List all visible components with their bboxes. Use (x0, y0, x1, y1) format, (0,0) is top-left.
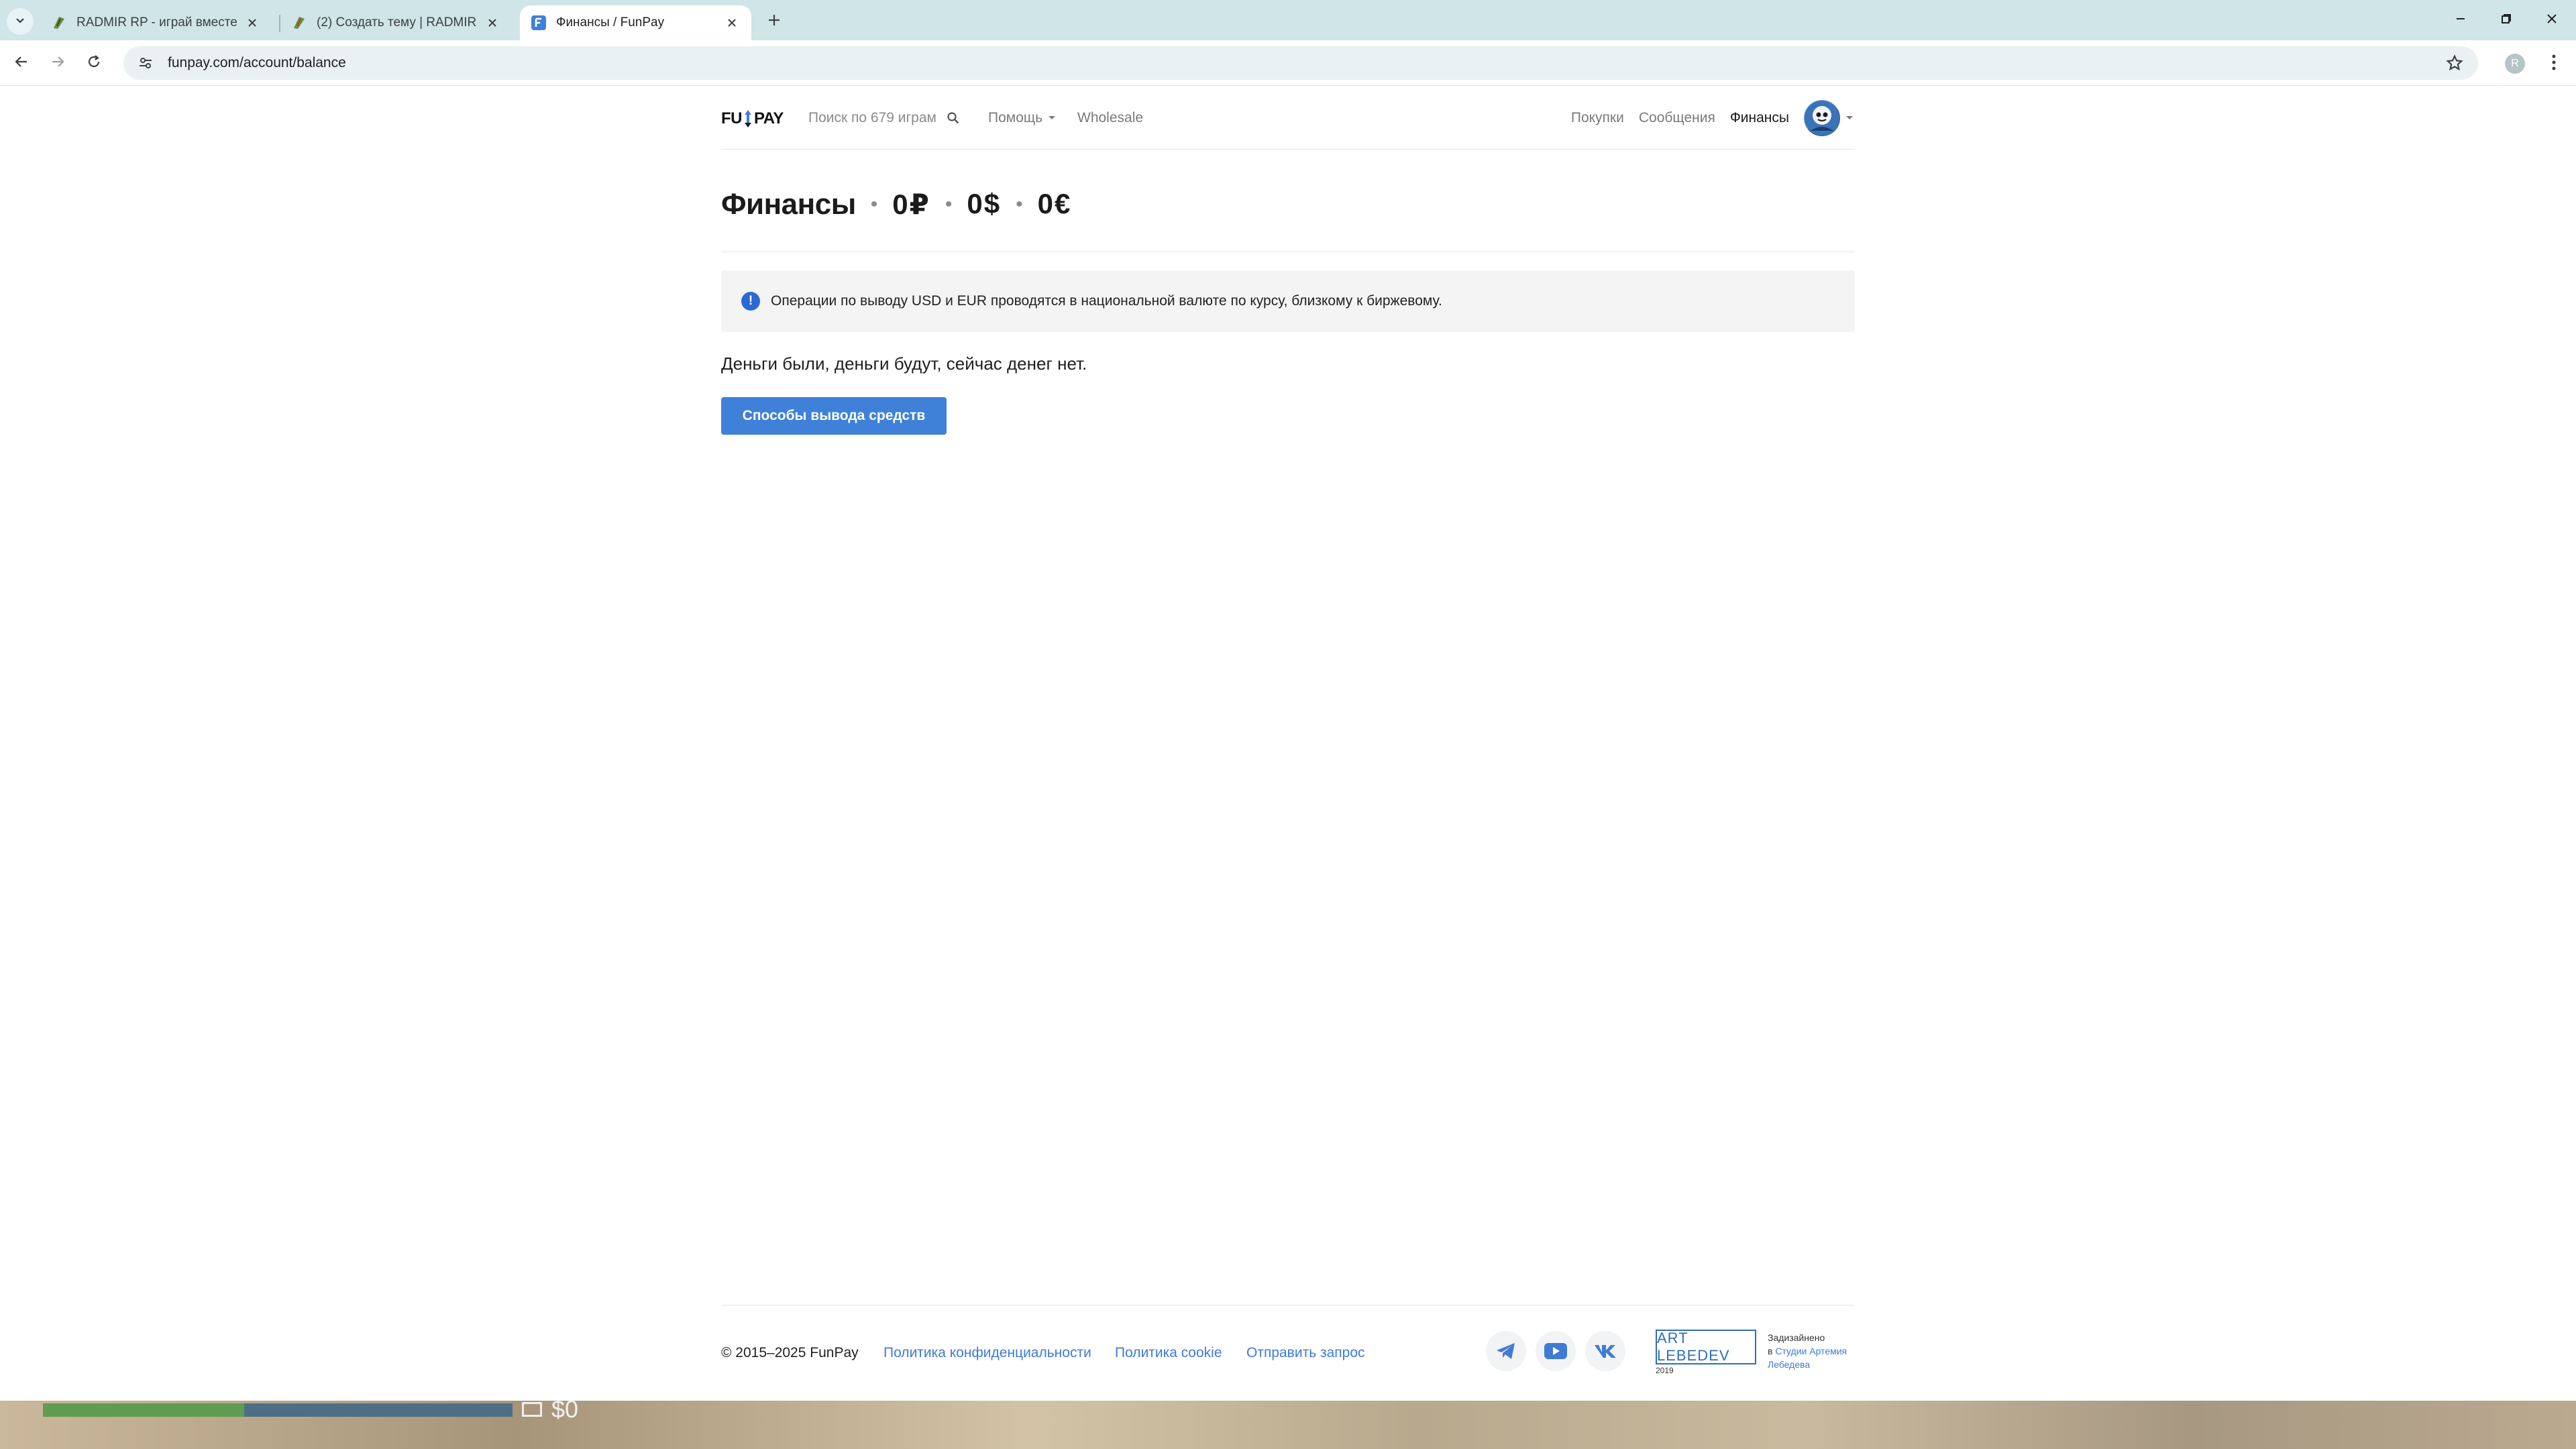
help-label: Помощь (988, 110, 1043, 125)
site-header: FU PAY Поиск по 679 играм Помощь Wholesa… (721, 86, 1855, 150)
funpay-logo-icon (743, 109, 753, 129)
notice-text: Операции по выводу USD и EUR проводятся … (771, 293, 1442, 309)
close-icon[interactable] (723, 14, 741, 32)
telegram-icon[interactable] (1486, 1331, 1526, 1371)
game-health-bar (43, 1403, 244, 1417)
card-icon (522, 1402, 542, 1417)
chevron-down-icon (14, 14, 26, 30)
vk-icon[interactable] (1585, 1331, 1625, 1371)
nav-finance[interactable]: Финансы (1730, 110, 1789, 126)
copyright: © 2015–2025 FunPay (721, 1345, 859, 1360)
back-button[interactable] (8, 50, 35, 76)
balance-eur: 0€ (1037, 188, 1072, 219)
tab-title: RADMIR RP - играй вместе со (76, 15, 239, 30)
radmir-favicon-icon (291, 15, 307, 31)
browser-tab-strip: RADMIR RP - играй вместе со (2) Создать … (0, 0, 2576, 40)
close-icon (2546, 13, 2558, 28)
info-icon: ! (741, 292, 760, 311)
new-tab-button[interactable] (761, 8, 788, 35)
tab-funpay-finance[interactable]: Финансы / FunPay (520, 5, 751, 40)
restore-icon (2500, 13, 2512, 28)
close-icon[interactable] (484, 14, 501, 32)
game-money-value: $0 (551, 1395, 579, 1423)
reload-button[interactable] (80, 50, 107, 76)
address-bar[interactable]: funpay.com/account/balance (123, 46, 2478, 80)
game-money: $0 (522, 1395, 578, 1424)
tab-title: Финансы / FunPay (556, 15, 665, 30)
game-armor-bar (244, 1403, 513, 1417)
tab-title: (2) Создать тему | RADMIR RP (317, 15, 480, 30)
bookmark-star-icon[interactable] (2445, 53, 2465, 73)
balance-separator-dot: • (870, 193, 878, 215)
youtube-icon[interactable] (1536, 1331, 1576, 1371)
tab-radmir-forum[interactable]: (2) Создать тему | RADMIR RP (280, 5, 512, 40)
kebab-menu-icon (2551, 54, 2557, 74)
nav-messages[interactable]: Сообщения (1639, 110, 1715, 126)
studio-link[interactable]: Студии Артемия Лебедева (1768, 1346, 1847, 1370)
tab-search-button[interactable] (7, 8, 34, 35)
plus-icon (767, 13, 781, 30)
arrow-right-icon (50, 54, 65, 72)
site-settings-icon[interactable] (136, 53, 156, 73)
user-nav: Покупки Сообщения Финансы (1556, 99, 1855, 137)
page-title: Финансы (721, 188, 856, 221)
privacy-policy-link[interactable]: Политика конфиденциальности (883, 1345, 1091, 1361)
browser-toolbar: funpay.com/account/balance R (0, 40, 2576, 86)
url-text: funpay.com/account/balance (168, 55, 346, 70)
search-icon[interactable] (946, 111, 961, 125)
wholesale-link[interactable]: Wholesale (1077, 110, 1143, 126)
designed-in: в (1768, 1346, 1773, 1356)
game-search[interactable]: Поиск по 679 играм (808, 110, 961, 126)
art-lebedev-year: 2019 (1656, 1366, 1674, 1375)
send-request-link[interactable]: Отправить запрос (1246, 1345, 1365, 1361)
minimize-icon (2455, 13, 2467, 28)
help-menu[interactable]: Помощь (988, 110, 1056, 126)
forward-button[interactable] (44, 50, 71, 76)
tab-radmir[interactable]: RADMIR RP - играй вместе со (40, 5, 272, 40)
balance-rub: 0₽ (892, 189, 930, 220)
balance-separator-dot: • (945, 193, 953, 215)
caret-down-icon (1048, 114, 1056, 122)
logo-text-left: FU (721, 109, 743, 127)
caret-down-icon[interactable] (1845, 115, 1855, 121)
logo-text-right: PAY (754, 109, 784, 127)
balance-usd: 0$ (967, 188, 1002, 219)
empty-balance-message: Деньги были, деньги будут, сейчас денег … (721, 354, 1087, 374)
close-window-button[interactable] (2532, 7, 2572, 34)
designed-by: Задизайнено в Студии Артемия Лебедева (1768, 1331, 1858, 1371)
radmir-favicon-icon (51, 15, 67, 31)
balance-separator-dot: • (1016, 193, 1023, 215)
close-icon[interactable] (244, 14, 261, 32)
art-lebedev-logo[interactable]: ART LEBEDEV (1656, 1330, 1756, 1364)
minimize-button[interactable] (2440, 7, 2481, 34)
browser-menu-button[interactable] (2544, 52, 2564, 75)
withdrawal-notice: ! Операции по выводу USD и EUR проводятс… (721, 270, 1855, 332)
reload-icon (87, 54, 101, 72)
site-footer: © 2015–2025 FunPay Политика конфиденциал… (721, 1305, 1855, 1385)
funpay-logo[interactable]: FU PAY (721, 109, 784, 129)
funpay-favicon-icon (531, 15, 547, 31)
profile-avatar[interactable]: R (2505, 54, 2525, 74)
restore-button[interactable] (2486, 7, 2526, 34)
arrow-left-icon (14, 54, 29, 72)
withdraw-methods-button[interactable]: Способы вывода средств (721, 397, 947, 435)
search-input[interactable]: Поиск по 679 играм (808, 110, 936, 126)
user-avatar[interactable] (1804, 100, 1840, 136)
page-title-row: Финансы • 0₽ • 0$ • 0€ (721, 188, 1855, 252)
nav-purchases[interactable]: Покупки (1571, 110, 1624, 126)
designed-prefix: Задизайнено (1768, 1332, 1825, 1343)
cookie-policy-link[interactable]: Политика cookie (1115, 1345, 1222, 1361)
